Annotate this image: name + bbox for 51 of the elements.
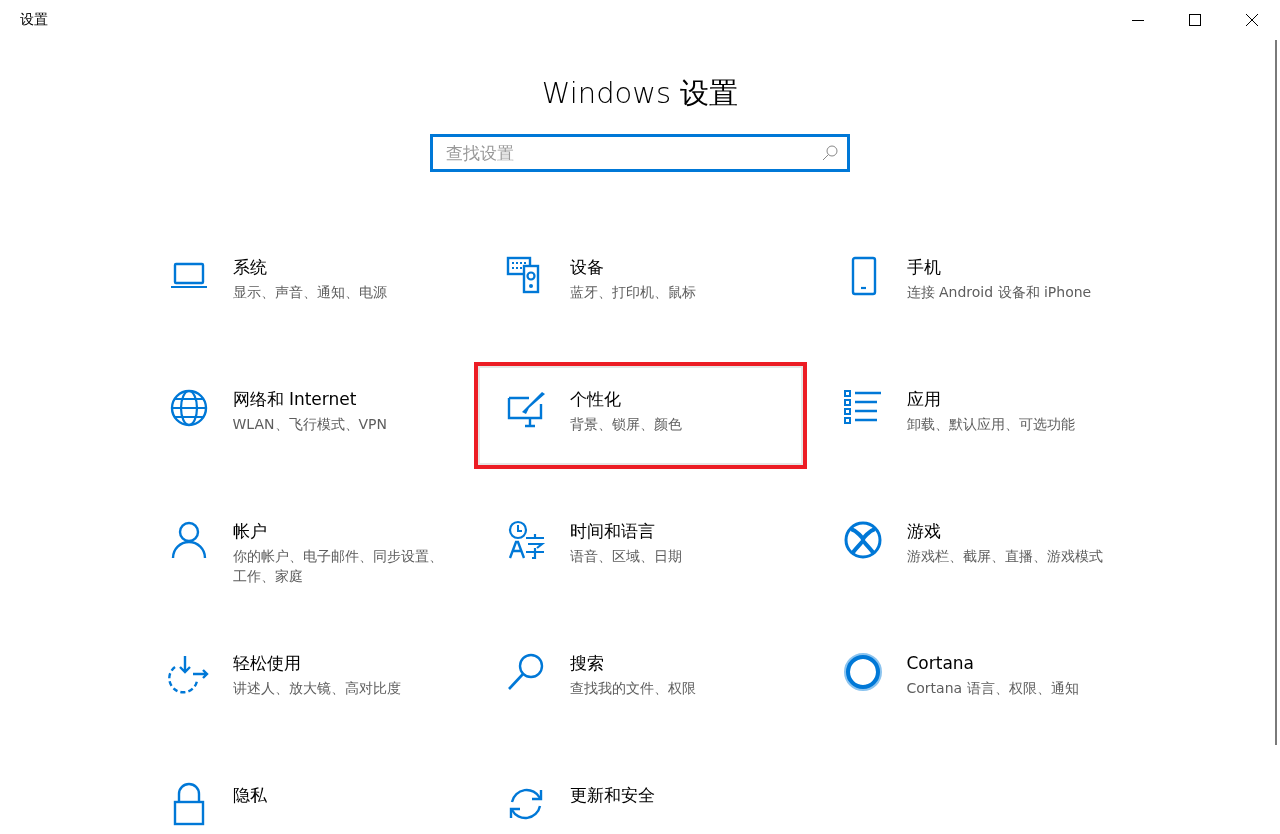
tile-title: 搜索 (569, 652, 605, 674)
tile-title: Cortana (906, 652, 976, 674)
tile-description: 语音、区域、日期 (569, 547, 682, 566)
tile-description: 你的帐户、电子邮件、同步设置、工作、家庭 (232, 547, 444, 586)
tile-title: 个性化 (569, 388, 622, 410)
tile-title: 手机 (906, 256, 942, 278)
ring-icon (842, 652, 883, 692)
tile-description: WLAN、飞行模式、VPN (232, 415, 387, 434)
settings-tile[interactable]: Cortana Cortana 语言、权限、通知 (810, 626, 1144, 733)
settings-tile[interactable]: 游戏 游戏栏、截屏、直播、游戏模式 (810, 494, 1144, 601)
settings-tile[interactable]: 手机 连接 Android 设备和 iPhone (810, 230, 1144, 337)
tile-description: 背景、锁屏、颜色 (569, 415, 682, 434)
tile-title: 隐私 (232, 784, 267, 806)
maximize-icon (1188, 14, 1201, 26)
settings-tile[interactable]: 应用 卸载、默认应用、可选功能 (810, 362, 1144, 469)
tile-title: 轻松使用 (232, 652, 302, 674)
tile-title: 网络和 Internet (232, 388, 358, 410)
tile-description: 讲述人、放大镜、高对比度 (232, 679, 401, 698)
search-icon (822, 145, 838, 161)
tile-description: 连接 Android 设备和 iPhone (906, 283, 1092, 302)
tile-description: 显示、声音、通知、电源 (232, 283, 387, 302)
settings-tile[interactable]: 网络和 Internet WLAN、飞行模式、VPN (136, 362, 470, 469)
tile-description: Cortana 语言、权限、通知 (906, 679, 1079, 698)
settings-tile[interactable]: 轻松使用 讲述人、放大镜、高对比度 (136, 626, 470, 733)
tile-title: 更新和安全 (569, 784, 655, 806)
settings-tile[interactable]: 个性化 背景、锁屏、颜色 (473, 362, 807, 469)
settings-tile[interactable]: 系统 显示、声音、通知、电源 (136, 230, 470, 337)
tile-title: 帐户 (232, 520, 268, 542)
settings-tile[interactable]: 时间和语言 语音、区域、日期 (473, 494, 807, 601)
window-title: 设置 (19, 11, 49, 29)
settings-tile[interactable]: 帐户 你的帐户、电子邮件、同步设置、工作、家庭 (136, 494, 470, 601)
page-heading: Windows 设置 (541, 76, 739, 110)
tile-title: 设备 (569, 256, 605, 278)
tile-title: 系统 (232, 256, 268, 278)
scrollbar[interactable] (1275, 40, 1277, 745)
tile-title: 时间和语言 (569, 520, 656, 542)
tile-description: 游戏栏、截屏、直播、游戏模式 (906, 547, 1103, 566)
tile-description: 蓝牙、打印机、鼠标 (569, 283, 696, 302)
tile-description: 查找我的文件、权限 (569, 679, 696, 698)
tile-title: 游戏 (906, 520, 942, 542)
settings-tile[interactable]: 隐私 (136, 758, 470, 834)
tile-title: 应用 (906, 388, 942, 410)
globe-icon (168, 388, 209, 428)
tile-description: 卸载、默认应用、可选功能 (906, 415, 1075, 434)
close-icon (1245, 14, 1258, 26)
settings-tile[interactable]: 搜索 查找我的文件、权限 (473, 626, 807, 733)
search-field[interactable]: 查找设置 (430, 134, 850, 172)
x-circle-icon (842, 520, 883, 560)
settings-tile[interactable]: 设备 蓝牙、打印机、鼠标 (473, 230, 807, 337)
settings-tile[interactable]: 更新和安全 (473, 758, 807, 834)
search-icon (505, 652, 546, 692)
